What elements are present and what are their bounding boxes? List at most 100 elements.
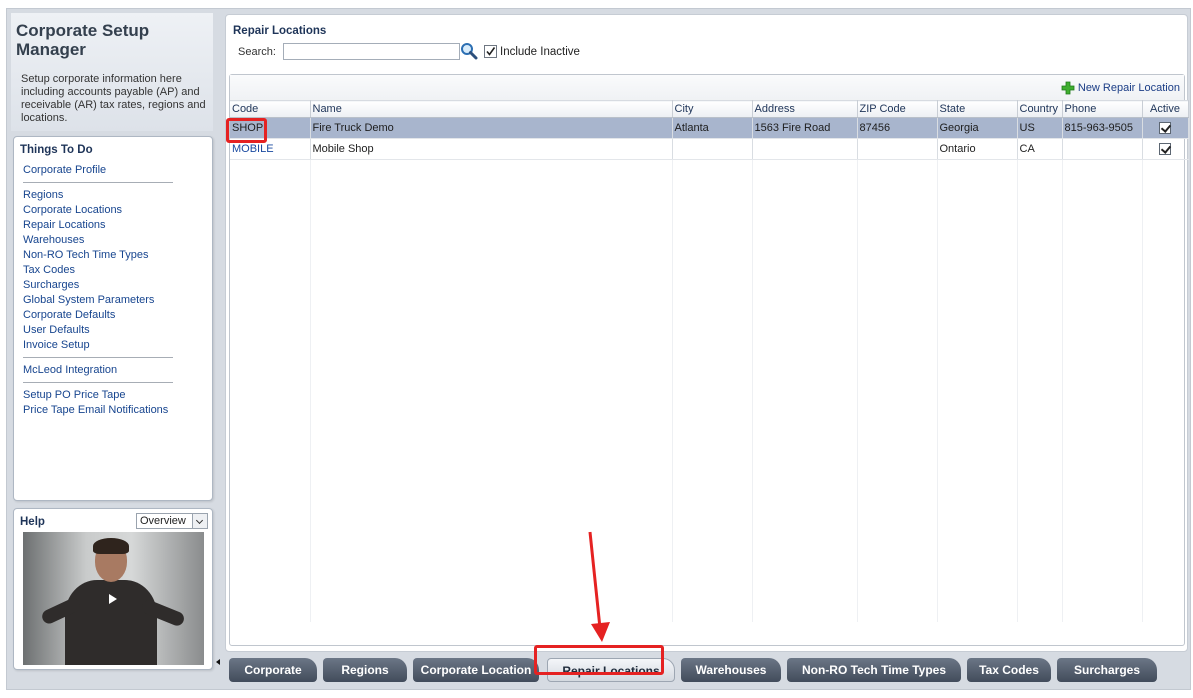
empty-cell (752, 180, 858, 202)
empty-cell (672, 411, 753, 433)
empty-cell (857, 432, 938, 454)
todo-link-surcharges[interactable]: Surcharges (23, 278, 173, 293)
search-input[interactable] (283, 43, 460, 60)
panel-title: Repair Locations (233, 25, 327, 37)
todo-link-non-ro-tech-time-types[interactable]: Non-RO Tech Time Types (23, 248, 173, 263)
empty-cell (672, 600, 753, 622)
include-inactive-checkbox[interactable] (484, 45, 497, 58)
tab-non-ro-tech-time-types[interactable]: Non-RO Tech Time Types (787, 658, 961, 682)
empty-cell (672, 348, 753, 370)
empty-cell (1017, 495, 1063, 517)
new-repair-location-button[interactable]: New Repair Location (1061, 81, 1180, 97)
help-video[interactable] (23, 532, 204, 665)
todo-link-global-system-parameters[interactable]: Global System Parameters (23, 293, 173, 308)
empty-cell (1062, 180, 1143, 202)
empty-cell (230, 453, 311, 475)
tab-regions[interactable]: Regions (323, 658, 407, 682)
empty-cell (672, 579, 753, 601)
tab-corporate-location[interactable]: Corporate Location (413, 658, 539, 682)
empty-cell (672, 222, 753, 244)
todo-link-price-tape-email-notifications[interactable]: Price Tape Email Notifications (23, 403, 173, 418)
tab-corporate[interactable]: Corporate (229, 658, 317, 682)
todo-link-warehouses[interactable]: Warehouses (23, 233, 173, 248)
empty-cell (1062, 495, 1143, 517)
empty-row (230, 516, 1188, 538)
todo-link-tax-codes[interactable]: Tax Codes (23, 263, 173, 278)
column-header-city[interactable]: City (672, 100, 753, 118)
column-header-active[interactable]: Active (1142, 100, 1189, 118)
empty-cell (857, 306, 938, 328)
active-checkbox[interactable] (1159, 143, 1171, 156)
column-header-country[interactable]: Country (1017, 100, 1063, 118)
empty-cell (937, 222, 1018, 244)
empty-cell (672, 306, 753, 328)
empty-cell (672, 159, 753, 181)
table-row[interactable]: MOBILE Mobile Shop Ontario CA (230, 138, 1189, 160)
column-header-code[interactable]: Code (230, 100, 311, 118)
column-header-state[interactable]: State (937, 100, 1018, 118)
empty-row (230, 222, 1188, 244)
table-row[interactable]: SHOP Fire Truck Demo Atlanta 1563 Fire Road… (230, 117, 1189, 139)
empty-cell (937, 411, 1018, 433)
todo-link-repair-locations[interactable]: Repair Locations (23, 218, 173, 233)
empty-cell (672, 201, 753, 223)
cell-active (1142, 138, 1189, 160)
empty-cell (1017, 432, 1063, 454)
search-icon[interactable] (460, 42, 478, 60)
help-topic-select[interactable]: Overview (136, 513, 208, 529)
active-checkbox[interactable] (1159, 122, 1171, 135)
empty-cell (1062, 432, 1143, 454)
empty-cell (310, 558, 673, 580)
empty-cell (857, 180, 938, 202)
empty-row (230, 495, 1188, 517)
empty-row (230, 327, 1188, 349)
empty-cell (857, 600, 938, 622)
empty-row (230, 201, 1188, 223)
tab-tax-codes[interactable]: Tax Codes (967, 658, 1051, 682)
things-to-do-list: Corporate Profile Regions Corporate Locati… (23, 163, 173, 418)
empty-cell (230, 411, 311, 433)
todo-link-setup-po-price-tape[interactable]: Setup PO Price Tape (23, 388, 173, 403)
empty-cell (937, 558, 1018, 580)
todo-link-user-defaults[interactable]: User Defaults (23, 323, 173, 338)
column-header-address[interactable]: Address (752, 100, 858, 118)
play-icon[interactable] (109, 594, 117, 604)
empty-cell (937, 432, 1018, 454)
tab-warehouses[interactable]: Warehouses (681, 658, 781, 682)
empty-cell (752, 327, 858, 349)
empty-cell (230, 327, 311, 349)
table-body: SHOP Fire Truck Demo Atlanta 1563 Fire Road… (230, 117, 1189, 622)
empty-cell (1142, 433, 1188, 454)
empty-cell (310, 600, 673, 622)
empty-cell (1142, 244, 1188, 265)
empty-cell (310, 201, 673, 223)
column-header-name[interactable]: Name (310, 100, 673, 118)
empty-row (230, 579, 1188, 601)
todo-link-regions[interactable]: Regions (23, 188, 173, 203)
cell-zip: 87456 (857, 117, 938, 139)
empty-cell (857, 264, 938, 286)
empty-cell (230, 432, 311, 454)
empty-cell (1017, 474, 1063, 496)
empty-cell (752, 474, 858, 496)
cell-address (752, 138, 858, 160)
empty-cell (310, 390, 673, 412)
column-header-phone[interactable]: Phone (1062, 100, 1143, 118)
empty-cell (1062, 348, 1143, 370)
empty-cell (672, 327, 753, 349)
column-header-zip[interactable]: ZIP Code (857, 100, 938, 118)
collapse-panel-icon[interactable] (216, 659, 220, 665)
tab-surcharges[interactable]: Surcharges (1057, 658, 1157, 682)
todo-link-corporate-defaults[interactable]: Corporate Defaults (23, 308, 173, 323)
todo-link-mcleod-integration[interactable]: McLeod Integration (23, 363, 173, 378)
empty-cell (1142, 454, 1188, 475)
cell-country: US (1017, 117, 1063, 139)
todo-link-invoice-setup[interactable]: Invoice Setup (23, 338, 173, 353)
todo-link-corporate-locations[interactable]: Corporate Locations (23, 203, 173, 218)
todo-link-corporate-profile[interactable]: Corporate Profile (23, 163, 173, 178)
empty-cell (1062, 369, 1143, 391)
empty-cell (310, 411, 673, 433)
empty-cell (857, 579, 938, 601)
things-to-do-title: Things To Do (20, 144, 93, 156)
empty-cell (672, 264, 753, 286)
